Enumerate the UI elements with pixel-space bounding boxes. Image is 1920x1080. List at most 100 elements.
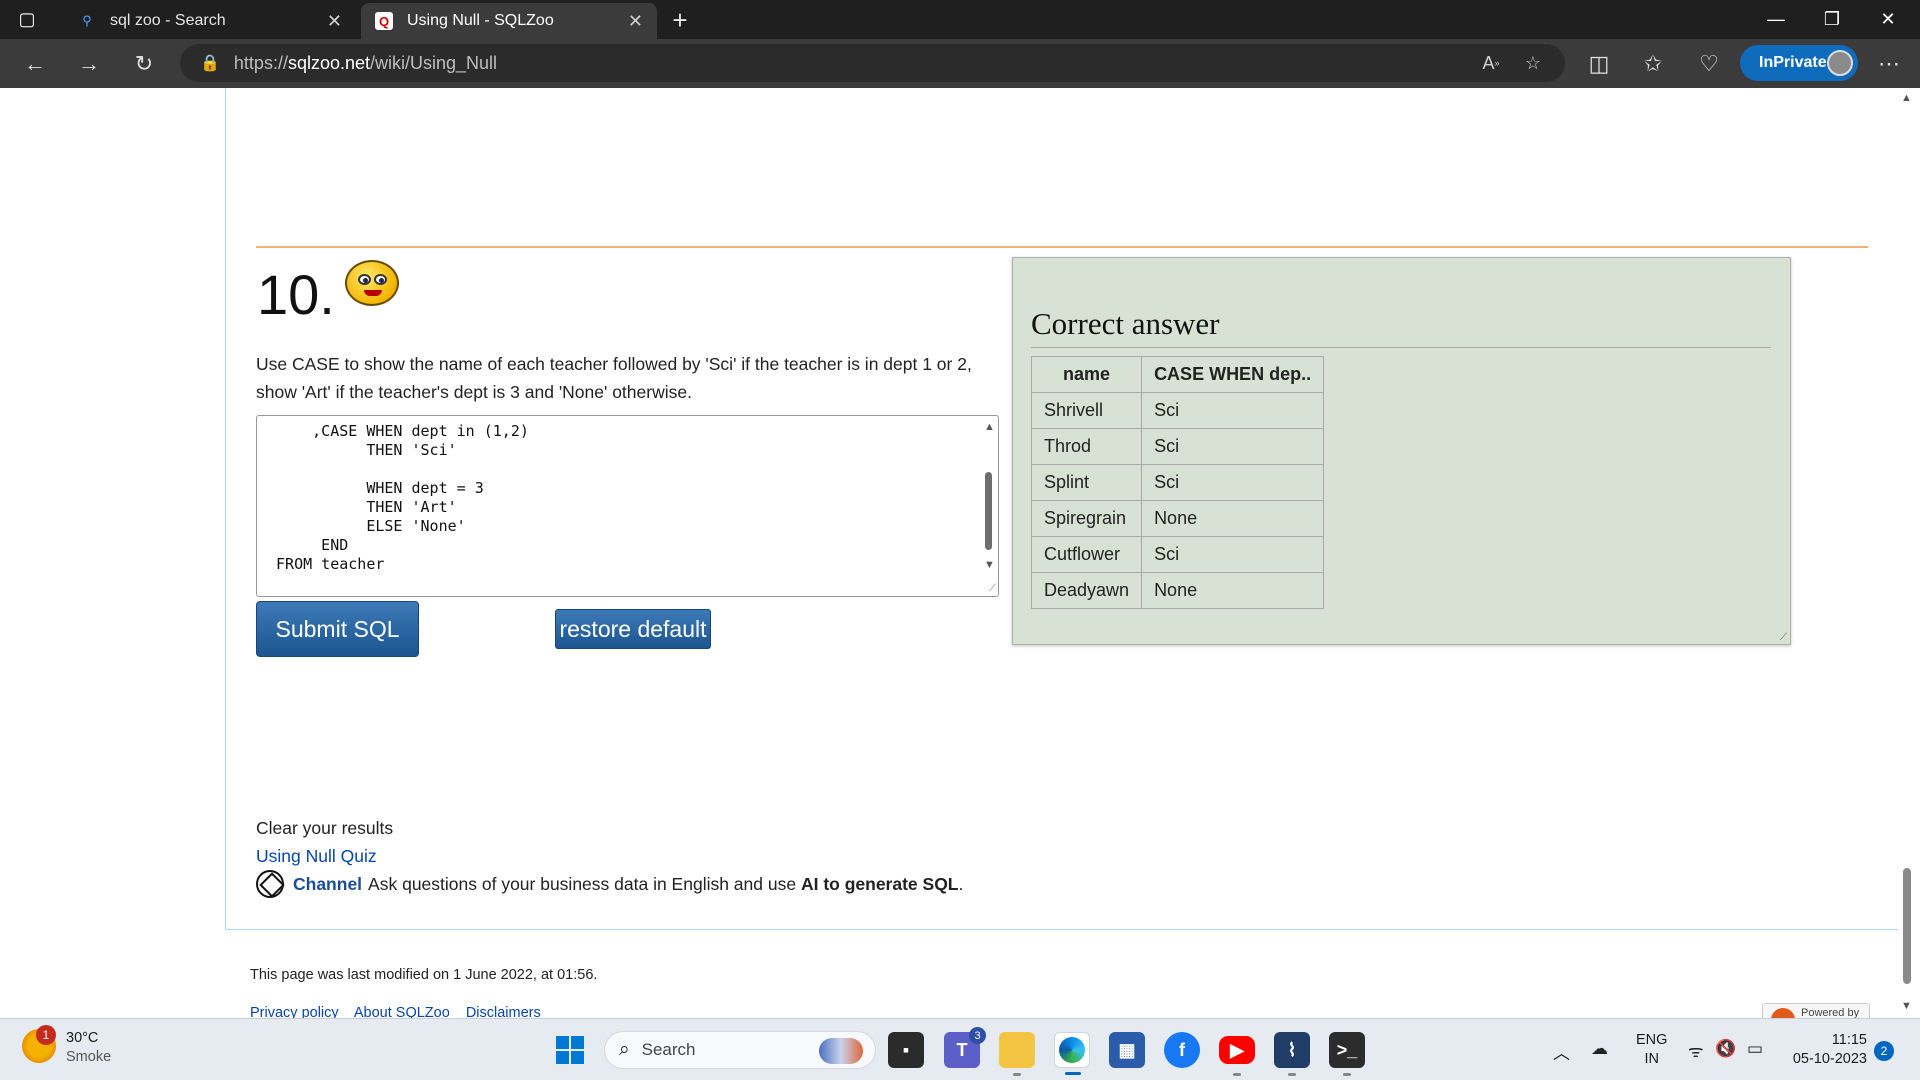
table-row: Deadyawn None — [1030, 572, 1325, 609]
question-number: 10. — [257, 263, 335, 326]
scroll-down-icon[interactable]: ▼ — [984, 559, 995, 571]
search-icon: ⚲ — [82, 13, 92, 28]
split-screen-icon[interactable]: ◫ — [1582, 47, 1616, 81]
submit-sql-button[interactable]: Submit SQL — [256, 601, 419, 657]
channel-link[interactable]: Channel — [293, 870, 362, 898]
page-links: Clear your results Using Null Quiz Chann… — [256, 814, 963, 898]
content-border — [225, 88, 226, 930]
tab-using-null[interactable]: Q Using Null - SQLZoo ✕ — [361, 3, 657, 39]
table-row: Shrivell Sci — [1030, 392, 1325, 429]
back-icon[interactable]: ← — [18, 47, 52, 81]
inprivate-label: InPrivate — [1759, 54, 1827, 71]
clock[interactable]: 11:15 05-10-2023 — [1787, 1031, 1867, 1069]
scroll-thumb[interactable] — [985, 472, 992, 550]
notification-badge[interactable]: 2 — [1874, 1041, 1894, 1061]
cell-name: Splint — [1030, 464, 1143, 501]
resize-grip-icon[interactable]: ⟋ — [989, 583, 996, 594]
profile-avatar — [1827, 50, 1853, 76]
column-header-case: CASE WHEN dep.. — [1141, 356, 1325, 393]
disclaimers-link[interactable]: Disclaimers — [466, 1005, 541, 1018]
channel-bold-text: AI to generate SQL — [800, 874, 959, 894]
language-code: ENG — [1636, 1032, 1668, 1048]
close-tab-icon[interactable]: ✕ — [327, 11, 342, 32]
onedrive-icon[interactable]: ☁ — [1591, 1039, 1608, 1059]
sql-editor[interactable]: ,CASE WHEN dept in (1,2) THEN 'Sci' WHEN… — [256, 415, 999, 597]
cell-value: Sci — [1141, 392, 1325, 429]
channel-logo-icon — [256, 870, 284, 898]
cell-value: None — [1141, 572, 1325, 609]
scroll-up-icon[interactable]: ▲ — [984, 421, 995, 433]
page-scrollbar[interactable]: ▲ ▼ — [1898, 88, 1915, 1018]
address-bar[interactable]: 🔒 https://sqlzoo.net/wiki/Using_Null A» … — [180, 44, 1565, 82]
smiley-icon — [345, 260, 399, 306]
language-indicator[interactable]: ENG IN — [1636, 1031, 1667, 1069]
resize-grip-icon[interactable]: ⟋ — [1780, 632, 1787, 643]
about-link[interactable]: About SQLZoo — [354, 1005, 450, 1018]
section-divider — [256, 246, 1868, 248]
scroll-down-icon[interactable]: ▼ — [1901, 1000, 1912, 1012]
table-row: Spiregrain None — [1030, 500, 1325, 537]
question-text: Use CASE to show the name of each teache… — [256, 354, 972, 402]
region-code: IN — [1644, 1051, 1659, 1067]
more-options-icon[interactable]: ⋯ — [1872, 47, 1906, 81]
wifi-icon[interactable]: ᯤ — [1688, 1039, 1704, 1062]
answer-table: name CASE WHEN dep.. Shrivell Sci Throd Sc… — [1030, 356, 1325, 609]
table-row: Cutflower Sci — [1030, 536, 1325, 573]
restore-icon[interactable]: ❐ — [1804, 0, 1860, 39]
content-border — [225, 929, 1900, 930]
channel-end: . — [958, 874, 964, 894]
forward-icon[interactable]: → — [72, 47, 106, 81]
cell-name: Throd — [1030, 428, 1143, 465]
scroll-up-icon[interactable]: ▲ — [1901, 92, 1912, 104]
new-tab-icon[interactable]: + — [664, 4, 696, 36]
editor-scrollbar[interactable]: ▲ ▼ — [982, 419, 996, 571]
table-row: Splint Sci — [1030, 464, 1325, 501]
cell-value: None — [1141, 500, 1325, 537]
privacy-policy-link[interactable]: Privacy policy — [250, 1005, 339, 1018]
channel-text: Ask questions of your business data in E… — [368, 874, 797, 894]
powered-by-badge[interactable]: Powered by — [1762, 1003, 1870, 1018]
clock-time: 11:15 — [1831, 1032, 1867, 1048]
battery-icon[interactable]: ▭ — [1747, 1039, 1763, 1059]
page-viewport: 10. Use CASE to show the name of each te… — [5, 88, 1900, 1018]
tab-actions-icon[interactable]: ▢ — [2, 0, 52, 39]
read-aloud-icon[interactable]: A» — [1477, 50, 1505, 76]
sqlzoo-favicon: Q — [375, 12, 393, 30]
column-header-name: name — [1030, 356, 1143, 393]
channel-ad: Channel Ask questions of your business d… — [256, 870, 963, 898]
restore-default-button[interactable]: restore default — [555, 609, 711, 649]
last-modified: This page was last modified on 1 June 20… — [250, 967, 598, 983]
tab-search[interactable]: ⚲ sql zoo - Search ✕ — [64, 3, 356, 39]
cell-name: Cutflower — [1030, 536, 1143, 573]
cell-name: Shrivell — [1030, 392, 1143, 429]
footer-links: Privacy policy About SQLZoo Disclaimers — [250, 1005, 553, 1018]
close-tab-icon[interactable]: ✕ — [628, 11, 643, 32]
quiz-link[interactable]: Using Null Quiz — [256, 842, 963, 870]
inprivate-button[interactable]: InPrivate — [1740, 45, 1858, 81]
scroll-thumb[interactable] — [1903, 868, 1911, 984]
sql-code[interactable]: ,CASE WHEN dept in (1,2) THEN 'Sci' WHEN… — [267, 422, 529, 574]
volume-muted-icon[interactable]: 🔇 — [1715, 1039, 1736, 1059]
chevron-up-icon[interactable]: ︿ — [1553, 1039, 1570, 1064]
browser-essentials-icon[interactable]: ♡ — [1692, 47, 1726, 81]
clock-date: 05-10-2023 — [1792, 1051, 1867, 1067]
tab-title: sql zoo - Search — [110, 12, 226, 29]
lock-icon[interactable]: 🔒 — [200, 53, 220, 73]
favorites-icon[interactable]: ✩ — [1636, 47, 1670, 81]
correct-answer-panel: Correct answer name CASE WHEN dep.. Shri… — [1012, 257, 1791, 645]
system-tray: ︿ ☁ ENG IN ᯤ 🔇 ▭ 11:15 05-10-2023 2 — [0, 1019, 1920, 1080]
cell-value: Sci — [1141, 536, 1325, 573]
refresh-icon[interactable]: ↻ — [127, 47, 161, 81]
browser-toolbar: ← → ↻ 🔒 https://sqlzoo.net/wiki/Using_Nu… — [0, 39, 1920, 88]
url-text[interactable]: https://sqlzoo.net/wiki/Using_Null — [234, 53, 497, 74]
minimize-icon[interactable]: — — [1748, 0, 1804, 39]
taskbar: 1 30°C Smoke ⌕ Search ▪ T3 ▦ f ▶ ⌇ >_ ︿ … — [0, 1018, 1920, 1080]
close-window-icon[interactable]: ✕ — [1860, 0, 1916, 39]
cell-name: Spiregrain — [1030, 500, 1143, 537]
favorite-star-icon[interactable]: ☆ — [1519, 50, 1547, 76]
clear-results-text[interactable]: Clear your results — [256, 814, 963, 842]
cell-value: Sci — [1141, 464, 1325, 501]
table-row: Throd Sci — [1030, 428, 1325, 465]
tab-bar: ▢ ⚲ sql zoo - Search ✕ Q Using Null - SQ… — [0, 0, 1920, 39]
cell-value: Sci — [1141, 428, 1325, 465]
